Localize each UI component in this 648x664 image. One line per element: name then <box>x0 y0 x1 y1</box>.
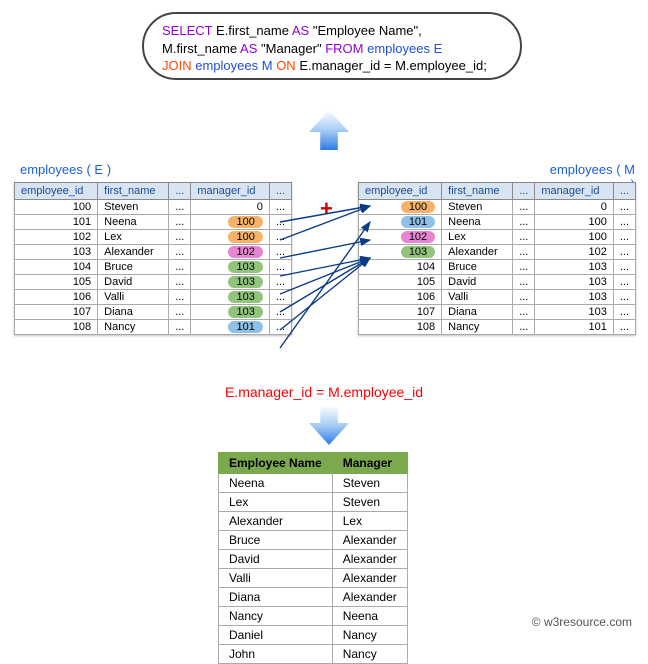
table-row: ValliAlexander <box>219 569 408 588</box>
table-row: 107Diana...103... <box>359 305 636 320</box>
kw-on: ON <box>276 58 296 73</box>
table-row: 103Alexander...102... <box>15 245 292 260</box>
kw-select: SELECT <box>162 23 212 38</box>
table-row: 100Steven...0... <box>15 200 292 215</box>
comma: , <box>418 23 422 38</box>
table-employees-m: employee_id first_name ... manager_id ..… <box>358 182 636 335</box>
th-mgr-id: manager_id <box>535 183 613 200</box>
table-row: 104Bruce...103... <box>359 260 636 275</box>
table-row: 101Neena...100... <box>359 215 636 230</box>
table-header-row: employee_id first_name ... manager_id ..… <box>359 183 636 200</box>
table-row: 105David...103... <box>15 275 292 290</box>
table-row: 106Valli...103... <box>359 290 636 305</box>
cond: E.manager_id = M.employee_id <box>299 58 483 73</box>
table-row: AlexanderLex <box>219 512 408 531</box>
table-row: DianaAlexander <box>219 588 408 607</box>
table-row: BruceAlexander <box>219 531 408 550</box>
tbl2: employees M <box>195 58 272 73</box>
join-condition-text: E.manager_id = M.employee_id <box>0 384 648 400</box>
table-row: JohnNancy <box>219 645 408 664</box>
result-header-row: Employee Name Manager <box>219 453 408 474</box>
table-row: 103Alexander...102... <box>359 245 636 260</box>
table-row: 108Nancy...101... <box>359 320 636 335</box>
table-row: NancyNeena <box>219 607 408 626</box>
kw-as2: AS <box>240 41 257 56</box>
kw-from: FROM <box>325 41 363 56</box>
table-row: 108Nancy...101... <box>15 320 292 335</box>
th-manager: Manager <box>332 453 407 474</box>
col-e: E.first_name <box>216 23 289 38</box>
kw-join: JOIN <box>162 58 192 73</box>
table-row: 105David...103... <box>359 275 636 290</box>
footer-credit: © w3resource.com <box>532 615 632 629</box>
table-row: LexSteven <box>219 493 408 512</box>
label-employees-e: employees ( E ) <box>20 162 111 177</box>
table-row: 102Lex...100... <box>15 230 292 245</box>
alias1: "Employee Name" <box>313 23 418 38</box>
th-fname: first_name <box>442 183 513 200</box>
table-header-row: employee_id first_name ... manager_id ..… <box>15 183 292 200</box>
th-emp-id: employee_id <box>359 183 442 200</box>
th-emp-name: Employee Name <box>219 453 333 474</box>
th-mgr-id: manager_id <box>191 183 269 200</box>
table-row: 102Lex...100... <box>359 230 636 245</box>
table-row: 106Valli...103... <box>15 290 292 305</box>
table-row: 104Bruce...103... <box>15 260 292 275</box>
table-row: DanielNancy <box>219 626 408 645</box>
th-emp-id: employee_id <box>15 183 98 200</box>
sql-query-box: SELECT E.first_name AS "Employee Name", … <box>142 12 522 80</box>
table-employees-e: employee_id first_name ... manager_id ..… <box>14 182 292 335</box>
table-row: NeenaSteven <box>219 474 408 493</box>
th-fname: first_name <box>98 183 169 200</box>
table-result: Employee Name Manager NeenaStevenLexStev… <box>218 452 408 664</box>
kw-as1: AS <box>292 23 309 38</box>
tbl1: employees E <box>367 41 442 56</box>
alias2: "Manager" <box>261 41 322 56</box>
table-row: DavidAlexander <box>219 550 408 569</box>
arrow-up-body <box>309 110 349 150</box>
col-m: M.first_name <box>162 41 237 56</box>
semi: ; <box>483 58 487 73</box>
table-row: 107Diana...103... <box>15 305 292 320</box>
table-row: 101Neena...100... <box>15 215 292 230</box>
table-row: 100Steven...0... <box>359 200 636 215</box>
arrow-down-body <box>309 405 349 445</box>
plus-symbol: + <box>320 196 333 222</box>
